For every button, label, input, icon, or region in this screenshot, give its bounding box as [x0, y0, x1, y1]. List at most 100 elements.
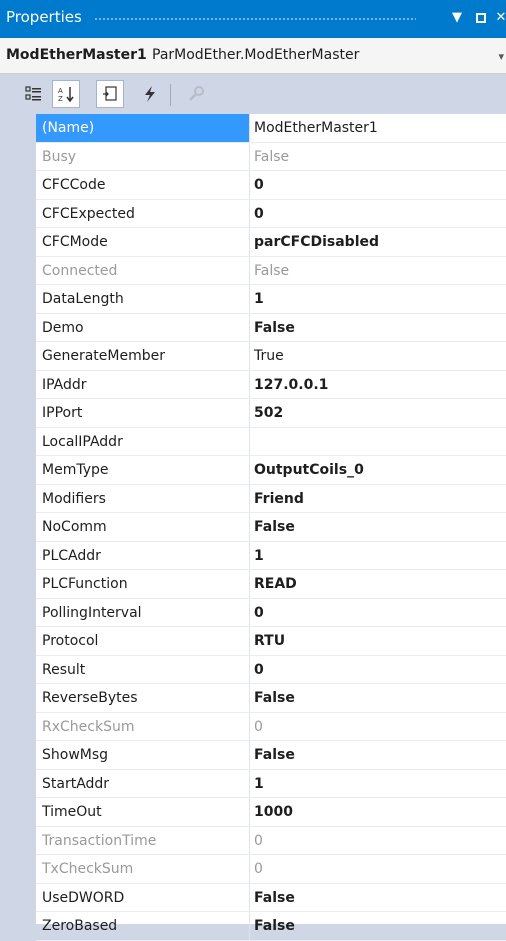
property-value: False — [254, 148, 290, 165]
property-row[interactable]: IPPort 502 — [36, 399, 506, 428]
property-row[interactable]: ZeroBased False — [36, 912, 506, 941]
properties-title-bar[interactable]: Properties ▼ ✕ — [0, 0, 506, 38]
property-name[interactable]: TxCheckSum — [36, 855, 250, 883]
property-value[interactable]: 0 — [250, 200, 506, 228]
property-value[interactable]: 0 — [250, 599, 506, 627]
property-value[interactable]: parCFCDisabled — [250, 228, 506, 256]
close-icon[interactable]: ✕ — [492, 9, 506, 27]
property-row[interactable]: CFCExpected 0 — [36, 199, 506, 228]
property-value[interactable]: OutputCoils_0 — [250, 456, 506, 484]
svg-text:A: A — [58, 87, 63, 95]
property-name[interactable]: UseDWORD — [36, 883, 250, 911]
property-name[interactable]: PLCAddr — [36, 541, 250, 569]
property-value[interactable]: False — [250, 741, 506, 769]
property-row[interactable]: CFCMode parCFCDisabled — [36, 228, 506, 257]
restore-icon[interactable] — [472, 9, 490, 27]
property-name[interactable]: CFCExpected — [36, 199, 250, 227]
property-value[interactable]: 502 — [250, 399, 506, 427]
property-name[interactable]: CFCMode — [36, 228, 250, 256]
property-name[interactable]: IPPort — [36, 399, 250, 427]
events-icon[interactable] — [136, 80, 164, 108]
property-value[interactable]: ModEtherMaster1 — [250, 114, 506, 142]
property-row[interactable]: CFCCode 0 — [36, 171, 506, 200]
property-row[interactable]: RxCheckSum 0 — [36, 712, 506, 741]
property-name[interactable]: Protocol — [36, 627, 250, 655]
property-row[interactable]: (Name) ModEtherMaster1 — [36, 114, 506, 143]
property-row[interactable]: MemType OutputCoils_0 — [36, 456, 506, 485]
property-name[interactable]: TimeOut — [36, 798, 250, 826]
object-selector[interactable]: ModEtherMaster1 ParModEther.ModEtherMast… — [0, 38, 506, 74]
property-value[interactable]: False — [250, 684, 506, 712]
property-name[interactable]: NoComm — [36, 513, 250, 541]
property-name[interactable]: ZeroBased — [36, 912, 250, 940]
panel-title: Properties — [6, 8, 82, 26]
property-row[interactable]: GenerateMember True — [36, 342, 506, 371]
property-row[interactable]: TxCheckSum 0 — [36, 855, 506, 884]
property-name[interactable]: RxCheckSum — [36, 712, 250, 740]
property-value[interactable]: False — [250, 884, 506, 912]
property-value[interactable]: Friend — [250, 485, 506, 513]
property-row[interactable]: ShowMsg False — [36, 741, 506, 770]
property-name[interactable]: ShowMsg — [36, 741, 250, 769]
property-value[interactable]: 1000 — [250, 798, 506, 826]
property-row[interactable]: PLCAddr 1 — [36, 541, 506, 570]
property-name[interactable]: Busy — [36, 142, 250, 170]
property-value[interactable] — [250, 428, 506, 456]
property-value[interactable]: READ — [250, 570, 506, 598]
property-value[interactable]: RTU — [250, 627, 506, 655]
property-name[interactable]: Modifiers — [36, 484, 250, 512]
property-row[interactable]: Protocol RTU — [36, 627, 506, 656]
property-name[interactable]: IPAddr — [36, 370, 250, 398]
property-name[interactable]: (Name) — [36, 114, 250, 142]
property-row[interactable]: UseDWORD False — [36, 883, 506, 912]
properties-toolbar: A Z — [0, 74, 506, 114]
property-name[interactable]: StartAddr — [36, 769, 250, 797]
drag-grip[interactable] — [94, 17, 416, 22]
property-row[interactable]: NoComm False — [36, 513, 506, 542]
grid-gutter — [0, 114, 36, 924]
property-value[interactable]: False — [250, 912, 506, 940]
property-grid: (Name) ModEtherMaster1 Busy False CFCCode 0 CF… — [36, 114, 506, 941]
property-row[interactable]: Demo False — [36, 313, 506, 342]
property-name[interactable]: Connected — [36, 256, 250, 284]
property-name[interactable]: PLCFunction — [36, 570, 250, 598]
property-value[interactable]: 1 — [250, 542, 506, 570]
property-row[interactable]: LocalIPAddr — [36, 427, 506, 456]
chevron-down-icon[interactable]: ▾ — [498, 50, 504, 63]
property-name[interactable]: PollingInterval — [36, 598, 250, 626]
property-value[interactable]: True — [250, 342, 506, 370]
property-value[interactable]: 1 — [250, 770, 506, 798]
chevron-down-icon[interactable]: ▼ — [448, 9, 466, 27]
property-row[interactable]: IPAddr 127.0.0.1 — [36, 370, 506, 399]
categorized-icon[interactable] — [20, 80, 48, 108]
property-value[interactable]: 0 — [250, 656, 506, 684]
property-row[interactable]: Connected False — [36, 256, 506, 285]
property-row[interactable]: PollingInterval 0 — [36, 598, 506, 627]
property-name[interactable]: CFCCode — [36, 171, 250, 199]
property-row[interactable]: TimeOut 1000 — [36, 798, 506, 827]
property-value[interactable]: 1 — [250, 285, 506, 313]
property-row[interactable]: DataLength 1 — [36, 285, 506, 314]
property-name[interactable]: DataLength — [36, 285, 250, 313]
properties-icon[interactable] — [96, 80, 124, 108]
property-row[interactable]: Busy False — [36, 142, 506, 171]
property-row[interactable]: Modifiers Friend — [36, 484, 506, 513]
property-value[interactable]: False — [250, 314, 506, 342]
property-row[interactable]: ReverseBytes False — [36, 684, 506, 713]
property-row[interactable]: StartAddr 1 — [36, 769, 506, 798]
property-name[interactable]: TransactionTime — [36, 826, 250, 854]
property-name[interactable]: GenerateMember — [36, 342, 250, 370]
property-value[interactable]: False — [250, 513, 506, 541]
property-name[interactable]: ReverseBytes — [36, 684, 250, 712]
property-value[interactable]: 127.0.0.1 — [250, 371, 506, 399]
property-name[interactable]: Demo — [36, 313, 250, 341]
property-name[interactable]: LocalIPAddr — [36, 427, 250, 455]
property-row[interactable]: TransactionTime 0 — [36, 826, 506, 855]
property-name[interactable]: Result — [36, 655, 250, 683]
alphabetical-icon[interactable]: A Z — [52, 80, 80, 108]
property-pages-icon — [182, 80, 210, 108]
property-name[interactable]: MemType — [36, 456, 250, 484]
property-row[interactable]: PLCFunction READ — [36, 570, 506, 599]
property-row[interactable]: Result 0 — [36, 655, 506, 684]
property-value[interactable]: 0 — [250, 171, 506, 199]
